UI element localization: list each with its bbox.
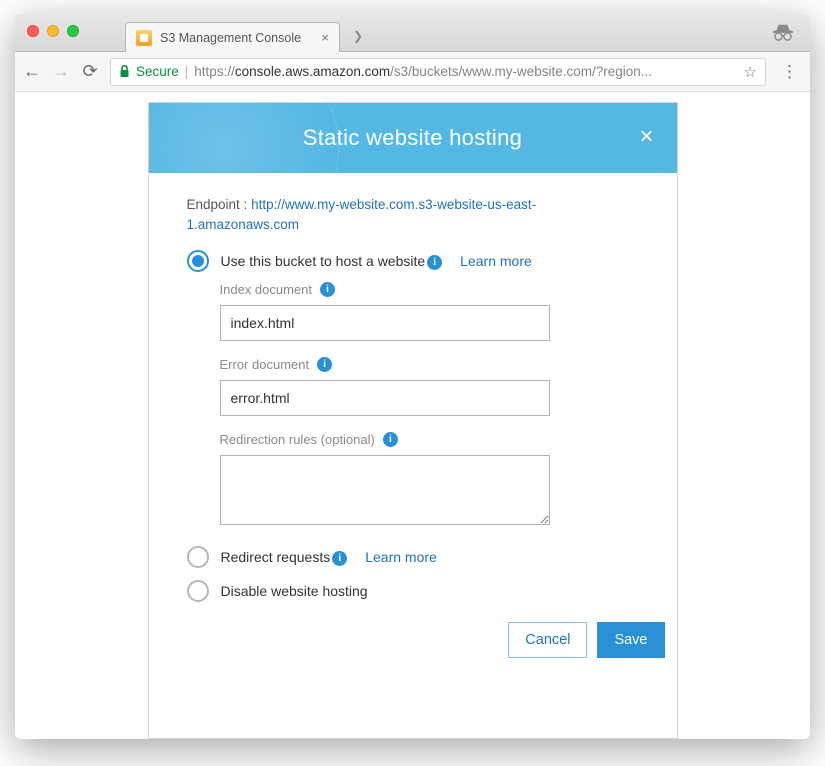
option-host-website[interactable]: Use this bucket to host a websitei Learn… (187, 250, 639, 272)
titlebar: S3 Management Console × ❯ (15, 14, 810, 52)
tab-favicon-icon (136, 30, 152, 46)
learn-more-host[interactable]: Learn more (460, 253, 532, 269)
nav-forward-icon[interactable]: → (52, 61, 70, 82)
nav-back-icon[interactable]: ← (23, 61, 41, 82)
url-separator: | (185, 64, 189, 79)
page-viewport: Static website hosting × Endpoint : http… (15, 92, 810, 739)
endpoint-row: Endpoint : http://www.my-website.com.s3-… (187, 195, 639, 234)
radio-disable-icon[interactable] (187, 580, 209, 602)
option-disable-hosting[interactable]: Disable website hosting (187, 580, 639, 602)
panel-footer: Cancel Save (149, 622, 677, 670)
panel-body: Endpoint : http://www.my-website.com.s3-… (149, 173, 677, 620)
tab-close-icon[interactable]: × (321, 30, 329, 45)
info-icon[interactable]: i (320, 282, 335, 297)
endpoint-label: Endpoint : (187, 197, 248, 212)
window-minimize-icon[interactable] (47, 25, 59, 37)
browser-menu-icon[interactable]: ⋮ (777, 62, 802, 82)
option-disable-label: Disable website hosting (221, 583, 368, 599)
panel-close-icon[interactable]: × (635, 125, 659, 149)
static-hosting-panel: Static website hosting × Endpoint : http… (148, 102, 678, 739)
info-icon[interactable]: i (383, 432, 398, 447)
redirection-rules-label: Redirection rules (optional) i (220, 432, 639, 447)
incognito-icon (772, 23, 794, 41)
address-field[interactable]: Secure | https://console.aws.amazon.com/… (110, 58, 766, 86)
error-document-input[interactable] (220, 380, 550, 416)
option-redirect-label: Redirect requestsi (221, 549, 348, 566)
globe-decoration (149, 103, 339, 173)
radio-redirect-icon[interactable] (187, 546, 209, 568)
nav-reload-icon[interactable]: ⟳ (81, 61, 99, 82)
index-document-label: Index document i (220, 282, 639, 297)
save-button[interactable]: Save (597, 622, 664, 658)
radio-host-icon[interactable] (187, 250, 209, 272)
redirection-rules-input[interactable] (220, 455, 550, 525)
host-fields: Index document i Error document i Redire… (220, 282, 639, 540)
info-icon[interactable]: i (427, 255, 442, 270)
address-bar: ← → ⟳ Secure | https://console.aws.amazo… (15, 52, 810, 92)
browser-tab[interactable]: S3 Management Console × (125, 22, 340, 52)
window-maximize-icon[interactable] (67, 25, 79, 37)
secure-label: Secure (136, 64, 179, 79)
window-close-icon[interactable] (27, 25, 39, 37)
url-text: https://console.aws.amazon.com/s3/bucket… (194, 64, 652, 79)
browser-window: S3 Management Console × ❯ ← → ⟳ Secure |… (15, 14, 810, 739)
new-tab-button[interactable]: ❯ (346, 24, 370, 48)
option-host-label: Use this bucket to host a websitei (221, 253, 443, 270)
bookmark-star-icon[interactable]: ☆ (744, 63, 757, 81)
learn-more-redirect[interactable]: Learn more (365, 549, 437, 565)
info-icon[interactable]: i (317, 357, 332, 372)
panel-header: Static website hosting × (149, 103, 677, 173)
lock-icon (119, 65, 130, 78)
option-redirect-requests[interactable]: Redirect requestsi Learn more (187, 546, 639, 568)
cancel-button[interactable]: Cancel (508, 622, 587, 658)
lower-options: Redirect requestsi Learn more Disable we… (187, 546, 639, 602)
traffic-lights (27, 25, 79, 37)
index-document-input[interactable] (220, 305, 550, 341)
error-document-label: Error document i (220, 357, 639, 372)
info-icon[interactable]: i (332, 551, 347, 566)
tab-title: S3 Management Console (160, 31, 313, 45)
